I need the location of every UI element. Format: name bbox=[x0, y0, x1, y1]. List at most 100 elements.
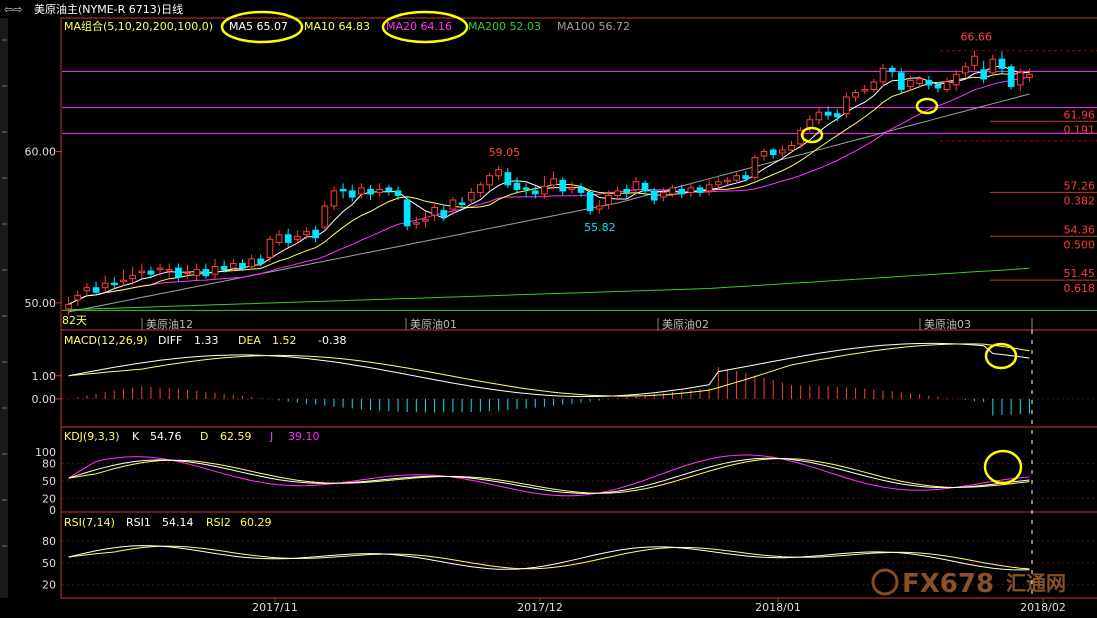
candle[interactable] bbox=[92, 287, 100, 293]
candle[interactable] bbox=[760, 151, 768, 157]
candle[interactable] bbox=[449, 199, 457, 210]
candle[interactable] bbox=[312, 229, 319, 239]
candle[interactable] bbox=[632, 181, 640, 190]
candle[interactable] bbox=[660, 191, 667, 198]
candle[interactable] bbox=[321, 205, 329, 228]
candle[interactable] bbox=[1026, 73, 1033, 78]
candle[interactable] bbox=[348, 190, 356, 198]
candle[interactable] bbox=[184, 272, 191, 275]
candle[interactable] bbox=[962, 66, 969, 74]
candle[interactable] bbox=[111, 282, 118, 286]
candle[interactable] bbox=[129, 275, 137, 280]
candle[interactable] bbox=[513, 182, 521, 190]
candle[interactable] bbox=[403, 199, 411, 227]
candle[interactable] bbox=[641, 182, 649, 192]
candle[interactable] bbox=[303, 231, 310, 236]
candle[interactable] bbox=[440, 210, 448, 218]
candle[interactable] bbox=[358, 187, 365, 195]
candle[interactable] bbox=[541, 185, 548, 195]
side-toolbar[interactable] bbox=[0, 18, 8, 598]
candle[interactable] bbox=[898, 72, 905, 90]
candle[interactable] bbox=[687, 187, 695, 193]
candle[interactable] bbox=[74, 294, 82, 301]
candle[interactable] bbox=[477, 184, 484, 193]
candle[interactable] bbox=[724, 179, 731, 183]
candle[interactable] bbox=[568, 187, 576, 190]
candle[interactable] bbox=[806, 119, 814, 128]
candle[interactable] bbox=[577, 187, 585, 193]
candle[interactable] bbox=[596, 205, 603, 210]
stock-chart[interactable]: ⇦⇨ 美原油主(NYME-R 6713)日线 MA组合(5,10,20,200,10… bbox=[0, 0, 1097, 618]
candle[interactable] bbox=[230, 263, 237, 269]
candle[interactable] bbox=[65, 303, 72, 310]
candle[interactable] bbox=[486, 175, 493, 186]
candle[interactable] bbox=[623, 188, 631, 193]
candle[interactable] bbox=[294, 235, 301, 240]
candle[interactable] bbox=[284, 234, 292, 243]
candle[interactable] bbox=[495, 169, 502, 177]
candle[interactable] bbox=[742, 175, 750, 180]
candle[interactable] bbox=[138, 270, 146, 274]
candle[interactable] bbox=[376, 188, 384, 193]
candle[interactable] bbox=[559, 179, 567, 192]
candle[interactable] bbox=[330, 190, 338, 207]
candle[interactable] bbox=[751, 157, 759, 178]
candle[interactable] bbox=[888, 67, 896, 72]
candle[interactable] bbox=[467, 191, 475, 201]
candle[interactable] bbox=[833, 113, 841, 118]
candle[interactable] bbox=[83, 287, 91, 292]
candle[interactable] bbox=[101, 282, 109, 289]
candle[interactable] bbox=[769, 149, 777, 155]
candle[interactable] bbox=[870, 81, 878, 91]
candle[interactable] bbox=[733, 175, 740, 181]
candle[interactable] bbox=[980, 69, 987, 80]
candle[interactable] bbox=[614, 190, 621, 196]
candle[interactable] bbox=[367, 188, 374, 195]
candle[interactable] bbox=[952, 73, 960, 86]
candle[interactable] bbox=[257, 258, 265, 264]
candle[interactable] bbox=[788, 145, 795, 151]
candle[interactable] bbox=[147, 270, 155, 275]
candle[interactable] bbox=[605, 194, 612, 205]
candle[interactable] bbox=[531, 190, 539, 195]
candle[interactable] bbox=[852, 92, 859, 98]
candle[interactable] bbox=[934, 84, 942, 89]
candle[interactable] bbox=[815, 111, 823, 121]
candle[interactable] bbox=[678, 188, 686, 195]
candle[interactable] bbox=[669, 187, 676, 195]
candle[interactable] bbox=[248, 258, 256, 268]
candle[interactable] bbox=[861, 89, 869, 92]
candle[interactable] bbox=[879, 67, 887, 83]
candle[interactable] bbox=[824, 111, 832, 116]
candle[interactable] bbox=[175, 267, 182, 278]
candle[interactable] bbox=[696, 187, 704, 193]
candle[interactable] bbox=[1016, 72, 1024, 86]
candle[interactable] bbox=[989, 58, 997, 74]
candle[interactable] bbox=[202, 269, 210, 277]
candle[interactable] bbox=[971, 55, 978, 66]
candle[interactable] bbox=[239, 263, 246, 269]
candle[interactable] bbox=[779, 149, 786, 154]
candle[interactable] bbox=[586, 191, 594, 212]
candle[interactable] bbox=[275, 234, 283, 243]
candle[interactable] bbox=[120, 279, 127, 283]
candle[interactable] bbox=[165, 269, 173, 272]
candle[interactable] bbox=[550, 178, 557, 186]
candle[interactable] bbox=[458, 202, 466, 205]
candle[interactable] bbox=[943, 81, 951, 91]
candle[interactable] bbox=[715, 181, 722, 186]
candle[interactable] bbox=[843, 96, 850, 115]
candle[interactable] bbox=[925, 79, 933, 86]
candle[interactable] bbox=[394, 190, 402, 196]
candle[interactable] bbox=[339, 188, 347, 192]
candle[interactable] bbox=[504, 172, 512, 186]
candle[interactable] bbox=[431, 207, 438, 216]
candle[interactable] bbox=[916, 78, 923, 84]
candle[interactable] bbox=[220, 266, 228, 270]
candle[interactable] bbox=[266, 238, 274, 259]
candle[interactable] bbox=[193, 269, 201, 277]
candle[interactable] bbox=[385, 187, 393, 192]
candle[interactable] bbox=[211, 266, 219, 275]
candle[interactable] bbox=[522, 187, 530, 190]
candle[interactable] bbox=[650, 190, 658, 201]
